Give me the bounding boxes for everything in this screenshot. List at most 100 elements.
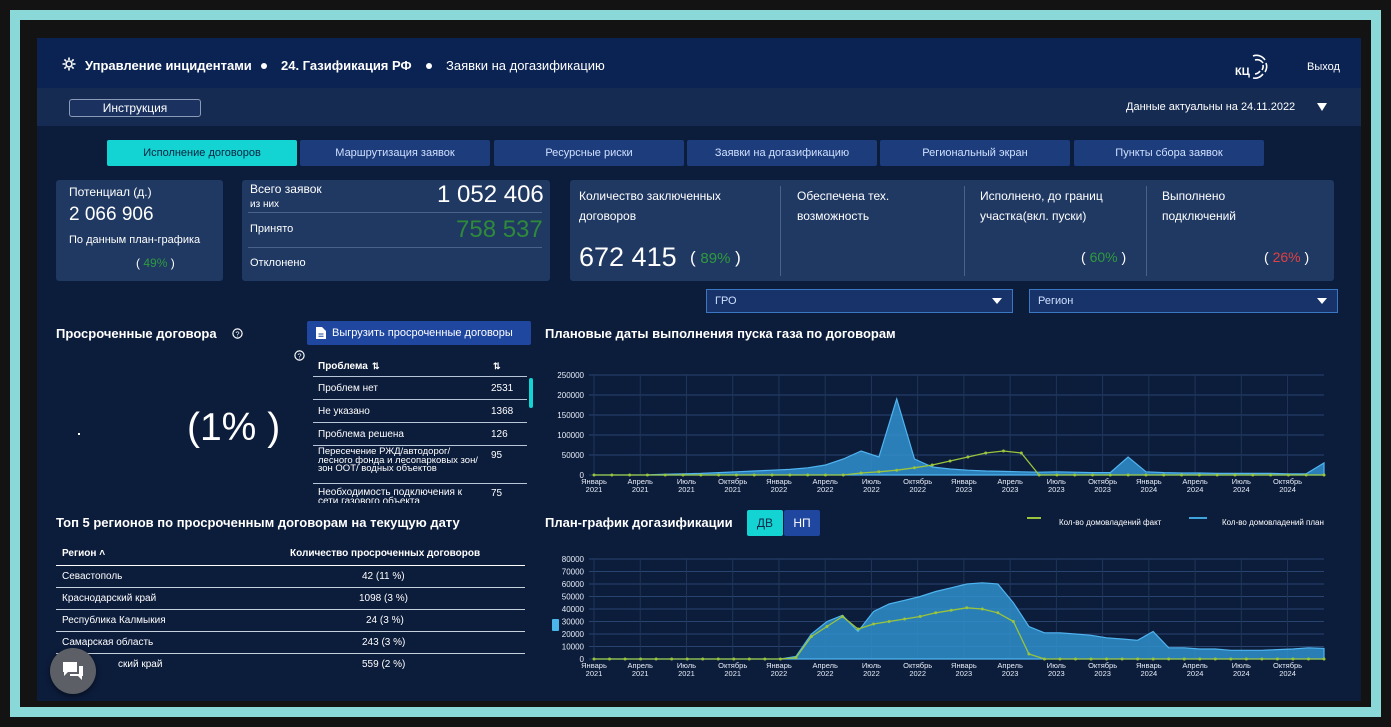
table-row[interactable]: Севастополь 42 (11 %)	[56, 566, 525, 588]
export-overdue-button[interactable]: Выгрузить просроченные договоры	[307, 321, 531, 345]
data-point	[1019, 451, 1023, 455]
data-point	[966, 455, 970, 459]
instruction-button[interactable]: Инструкция	[69, 99, 201, 117]
data-point	[1002, 449, 1006, 453]
x-tick-label: 2021	[678, 669, 695, 678]
sort-icon[interactable]: ⇅	[372, 356, 380, 377]
table-row[interactable]: ский край 559 (2 %)	[56, 654, 525, 676]
logo-text: КЦ	[1235, 66, 1250, 78]
tab-regional[interactable]: Региональный экран	[880, 140, 1070, 166]
gro-select[interactable]: ГРО	[706, 289, 1013, 313]
count-header[interactable]: Количество просроченных договоров	[290, 542, 480, 566]
connected-pct: 26%	[1272, 249, 1301, 265]
region-value: 243 (3 %)	[362, 637, 406, 648]
top5-title: Топ 5 регионов по просроченным договорам…	[56, 515, 460, 530]
data-point	[965, 606, 969, 610]
problem-table: Проблема ⇅ ⇅ Проблем нет 2531 Не указано 1…	[313, 356, 533, 503]
x-tick-label: 2024	[1141, 669, 1158, 678]
total-sub: из них	[250, 199, 280, 210]
exit-link[interactable]: Выход	[1307, 61, 1340, 73]
potential-label: Потенциал (д.)	[69, 185, 152, 199]
help-icon[interactable]: ?	[294, 350, 305, 361]
dashboard: Управление инцидентами 24. Газификация Р…	[37, 38, 1361, 701]
caret-down-icon[interactable]	[1317, 103, 1327, 111]
data-point	[1120, 657, 1124, 661]
x-tick-label: 2023	[1048, 669, 1065, 678]
breadcrumb-incidents[interactable]: Управление инцидентами	[85, 58, 252, 73]
table-row[interactable]: Необходимость подключения к сети газовог…	[313, 484, 527, 504]
sort-icon[interactable]: ⇅	[493, 356, 501, 377]
table-row[interactable]: Самарская область 243 (3 %)	[56, 632, 525, 654]
x-tick-label: 2024	[1233, 669, 1250, 678]
table-row[interactable]: Краснодарский край 1098 (3 %)	[56, 588, 525, 610]
tab-collection-points[interactable]: Пункты сбора заявок	[1074, 140, 1264, 166]
x-tick-label: 2021	[678, 485, 695, 492]
potential-sub: По данным план-графика	[69, 234, 201, 246]
zoom-handle[interactable]	[552, 619, 559, 631]
table-row[interactable]: Пересечение РЖД/автодорог/ лесного фонда…	[313, 446, 527, 484]
series-area-0	[594, 396, 1325, 476]
data-point	[1108, 473, 1112, 477]
data-point	[1105, 657, 1109, 661]
x-tick-label: 2024	[1279, 485, 1296, 492]
total-label: Всего заявок	[250, 182, 322, 196]
frame-bottom	[10, 707, 1381, 717]
data-point	[654, 657, 658, 661]
data-point	[639, 657, 643, 661]
tab-routing[interactable]: Маршрутизация заявок	[300, 140, 490, 166]
legend-plan-label: Кол-во домовладений план	[1222, 518, 1324, 527]
x-tick-label: 2021	[586, 485, 603, 492]
table-row[interactable]: Проблема решена 126	[313, 423, 527, 446]
data-point	[1291, 657, 1295, 661]
region-header[interactable]: Регион ˄	[62, 542, 105, 566]
data-point	[903, 617, 907, 621]
data-point	[1073, 657, 1077, 661]
table-row[interactable]: Республика Калмыкия 24 (3 %)	[56, 610, 525, 632]
chart2-svg: 0100002000030000400005000060000700008000…	[562, 555, 1326, 678]
np-toggle-button[interactable]: НП	[784, 510, 820, 536]
data-point	[1151, 657, 1155, 661]
data-point	[1091, 473, 1095, 477]
overdue-pct: (1% )	[187, 406, 281, 449]
y-tick-label: 20000	[562, 630, 585, 639]
legend-fact-label: Кол-во домовладений факт	[1059, 518, 1162, 527]
x-tick-label: 2024	[1279, 669, 1296, 678]
region-value: 559 (2 %)	[362, 659, 406, 670]
table-row[interactable]: Не указано 1368	[313, 400, 527, 423]
done-pct-wrap: ( 60% )	[1081, 249, 1127, 265]
data-point	[825, 625, 829, 628]
problem-header-label[interactable]: Проблема	[318, 356, 368, 377]
table-scrollbar[interactable]	[529, 378, 533, 408]
region-name: Республика Калмыкия	[62, 615, 166, 626]
chat-button[interactable]	[50, 648, 96, 694]
x-tick-label: 2022	[863, 669, 880, 678]
region-select[interactable]: Регион	[1029, 289, 1338, 313]
dv-toggle-button[interactable]: ДВ	[747, 510, 783, 536]
data-point	[663, 473, 667, 477]
data-point	[1058, 657, 1062, 661]
data-point	[699, 473, 703, 477]
export-overdue-label: Выгрузить просроченные договоры	[332, 327, 513, 339]
contracts-label: Количество заключенных договоров	[579, 189, 721, 223]
x-tick-label: 2023	[1094, 485, 1111, 492]
breadcrumb-gasification[interactable]: 24. Газификация РФ	[281, 58, 412, 73]
data-point	[701, 657, 705, 661]
help-icon[interactable]: ?	[232, 328, 243, 339]
x-tick-label: 2024	[1233, 485, 1250, 492]
tab-contracts-execution[interactable]: Исполнение договоров	[107, 140, 297, 166]
data-point	[1198, 657, 1202, 661]
table-row[interactable]: Проблем нет 2531	[313, 377, 527, 400]
data-point	[1197, 473, 1201, 477]
data-point	[752, 473, 756, 477]
data-point	[859, 471, 863, 475]
tab-resource-risks[interactable]: Ресурсные риски	[494, 140, 684, 166]
problem-name: Проблема решена	[318, 429, 404, 440]
tab-applications[interactable]: Заявки на догазификацию	[687, 140, 877, 166]
x-tick-label: 2022	[909, 485, 926, 492]
problem-name: Не указано	[318, 406, 370, 417]
data-point	[670, 657, 674, 661]
company-logo: КЦ	[1233, 50, 1275, 82]
divider	[1146, 186, 1147, 276]
data-point	[984, 451, 988, 455]
y-tick-label: 150000	[557, 411, 584, 420]
